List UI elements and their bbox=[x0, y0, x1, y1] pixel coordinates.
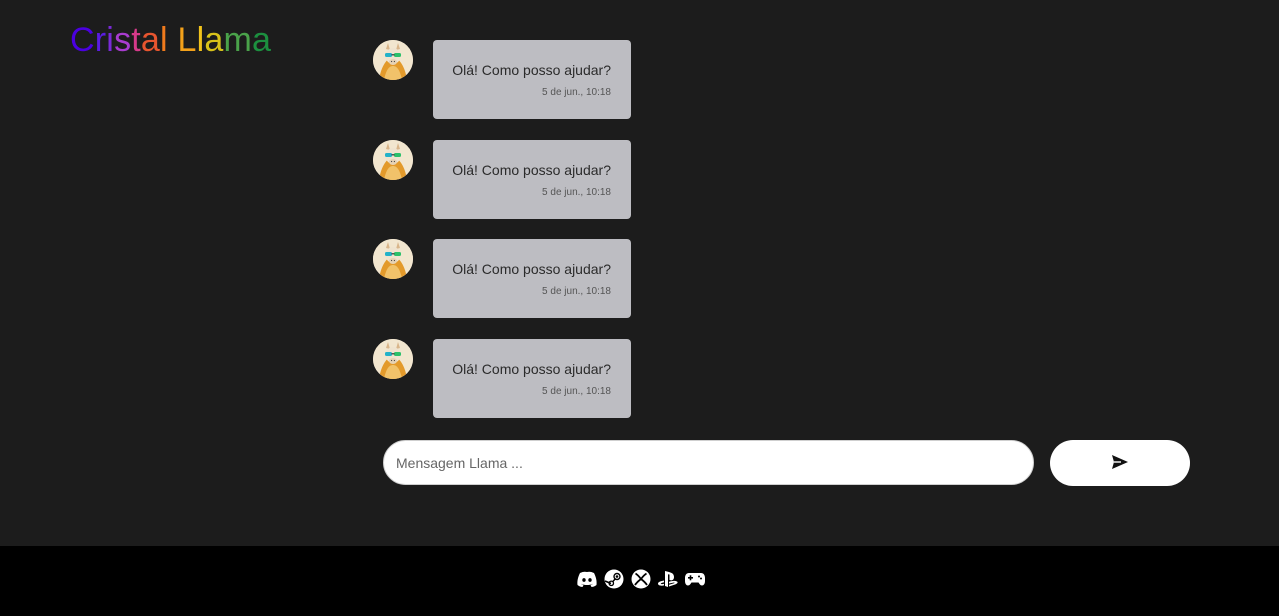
logo-letter: m bbox=[223, 21, 252, 59]
message-text: Olá! Como posso ajudar? bbox=[452, 261, 611, 277]
message-bubble: Olá! Como posso ajudar? 5 de jun., 10:18 bbox=[433, 40, 631, 119]
llama-avatar bbox=[373, 338, 413, 379]
logo-letter: C bbox=[70, 21, 95, 59]
llama-avatar bbox=[373, 139, 413, 180]
logo-letter: r bbox=[94, 21, 107, 59]
message-row: Olá! Como posso ajudar? 5 de jun., 10:18 bbox=[373, 40, 973, 119]
xbox-icon[interactable] bbox=[630, 568, 652, 590]
logo-letter: l bbox=[196, 21, 205, 59]
logo-letter: L bbox=[177, 21, 197, 59]
message-row: Olá! Como posso ajudar? 5 de jun., 10:18 bbox=[373, 139, 973, 219]
message-row: Olá! Como posso ajudar? 5 de jun., 10:18 bbox=[373, 239, 973, 318]
logo-letter: l bbox=[160, 21, 168, 59]
page: Cristal Llama Olá! Como posso ajudar? 5 … bbox=[0, 0, 1279, 616]
logo-letter: s bbox=[114, 21, 132, 59]
llama-avatar bbox=[373, 239, 413, 279]
message-text: Olá! Como posso ajudar? bbox=[452, 161, 611, 178]
message-bubble: Olá! Como posso ajudar? 5 de jun., 10:18 bbox=[433, 139, 631, 219]
llama-avatar bbox=[373, 40, 413, 80]
app-logo[interactable]: Cristal Llama bbox=[70, 20, 271, 60]
message-timestamp: 5 de jun., 10:18 bbox=[542, 87, 611, 98]
message-timestamp: 5 de jun., 10:18 bbox=[542, 286, 611, 297]
footer-social-links bbox=[576, 568, 706, 590]
playstation-icon[interactable] bbox=[657, 568, 679, 590]
discord-icon[interactable] bbox=[576, 568, 598, 590]
message-bubble: Olá! Como posso ajudar? 5 de jun., 10:18 bbox=[433, 239, 631, 318]
gamepad-icon[interactable] bbox=[684, 568, 706, 590]
message-timestamp: 5 de jun., 10:18 bbox=[542, 385, 611, 397]
send-icon bbox=[1111, 454, 1129, 473]
message-list: Olá! Como posso ajudar? 5 de jun., 10:18 bbox=[373, 40, 973, 438]
logo-letter: a bbox=[251, 21, 272, 59]
logo-letter: t bbox=[131, 21, 141, 59]
logo-letter: a bbox=[204, 21, 224, 59]
send-button[interactable] bbox=[1050, 440, 1190, 486]
message-input[interactable] bbox=[383, 440, 1034, 485]
message-text: Olá! Como posso ajudar? bbox=[452, 360, 611, 377]
message-row: Olá! Como posso ajudar? 5 de jun., 10:18 bbox=[373, 338, 973, 418]
message-timestamp: 5 de jun., 10:18 bbox=[542, 186, 611, 198]
logo-letter bbox=[168, 20, 178, 60]
logo-letter: a bbox=[140, 21, 161, 59]
logo-letter: i bbox=[106, 21, 115, 59]
steam-icon[interactable] bbox=[603, 568, 625, 590]
message-bubble: Olá! Como posso ajudar? 5 de jun., 10:18 bbox=[433, 338, 631, 418]
message-text: Olá! Como posso ajudar? bbox=[452, 62, 611, 78]
